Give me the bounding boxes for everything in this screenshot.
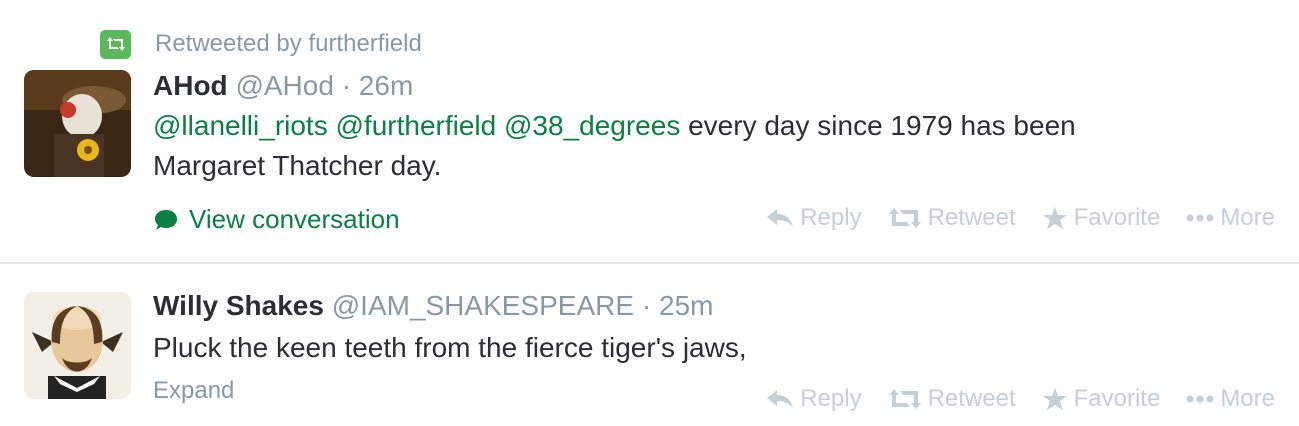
separator: · (341, 70, 352, 101)
more-label: More (1220, 204, 1275, 231)
expand-link[interactable]: Expand (153, 377, 234, 405)
reply-label: Reply (800, 204, 862, 231)
reply-label: Reply (800, 385, 862, 412)
tweet-text-rest: every day since 1979 has been (688, 110, 1076, 141)
ellipsis-icon (1186, 214, 1214, 222)
view-conversation-link[interactable]: View conversation (153, 204, 400, 235)
fullname[interactable]: AHod (153, 70, 228, 101)
favorite-button[interactable]: Favorite (1042, 385, 1161, 413)
favorite-button[interactable]: Favorite (1042, 204, 1161, 232)
retweet-context: Retweeted by furtherfield (100, 29, 422, 59)
tweet-text-line2: Margaret Thatcher day. (153, 150, 442, 181)
tweet-item[interactable]: Willy Shakes @IAM_SHAKESPEARE · 25m Pluc… (0, 264, 1299, 426)
tweet-actions: Reply Retweet Favorite More (740, 385, 1275, 413)
timestamp[interactable]: 25m (659, 290, 713, 321)
retweet-button[interactable]: Retweet (888, 385, 1016, 413)
avatar[interactable] (24, 292, 131, 399)
timestamp[interactable]: 26m (359, 70, 413, 101)
more-label: More (1220, 385, 1275, 412)
tweet-header: Willy Shakes @IAM_SHAKESPEARE · 25m (153, 290, 713, 322)
tweet-item[interactable]: Retweeted by furtherfield AHod @AHod · 2… (0, 0, 1299, 264)
fullname[interactable]: Willy Shakes (153, 290, 324, 321)
reply-icon (767, 209, 794, 227)
tweet-actions: Reply Retweet Favorite More (740, 204, 1275, 232)
username[interactable]: @IAM_SHAKESPEARE (332, 290, 634, 321)
retweet-label: Retweet (927, 204, 1016, 231)
retweet-label: Retweet (927, 385, 1016, 412)
mention-link[interactable]: @furtherfield (336, 110, 497, 141)
mention-link[interactable]: @38_degrees (504, 110, 680, 141)
more-button[interactable]: More (1186, 204, 1275, 232)
reply-icon (767, 390, 794, 408)
ellipsis-icon (1186, 395, 1214, 403)
reply-button[interactable]: Reply (766, 385, 862, 413)
favorite-label: Favorite (1073, 204, 1161, 231)
username[interactable]: @AHod (235, 70, 333, 101)
tweet-text: @llanelli_riots @furtherfield @38_degree… (153, 106, 1203, 186)
retweeted-by-label[interactable]: Retweeted by furtherfield (155, 30, 422, 58)
separator: · (641, 290, 652, 321)
retweet-icon (888, 389, 921, 409)
mention-link[interactable]: @llanelli_riots (153, 110, 328, 141)
reply-button[interactable]: Reply (766, 204, 862, 232)
speech-bubble-icon (155, 209, 177, 230)
view-conversation-label: View conversation (189, 204, 400, 234)
star-icon (1042, 388, 1067, 410)
retweet-icon (100, 29, 131, 59)
avatar[interactable] (24, 70, 131, 177)
retweet-button[interactable]: Retweet (888, 204, 1016, 232)
retweet-icon (888, 208, 921, 228)
favorite-label: Favorite (1073, 385, 1161, 412)
tweet-text: Pluck the keen teeth from the fierce tig… (153, 332, 747, 363)
more-button[interactable]: More (1186, 385, 1275, 413)
tweet-header: AHod @AHod · 26m (153, 70, 413, 102)
star-icon (1042, 207, 1067, 229)
